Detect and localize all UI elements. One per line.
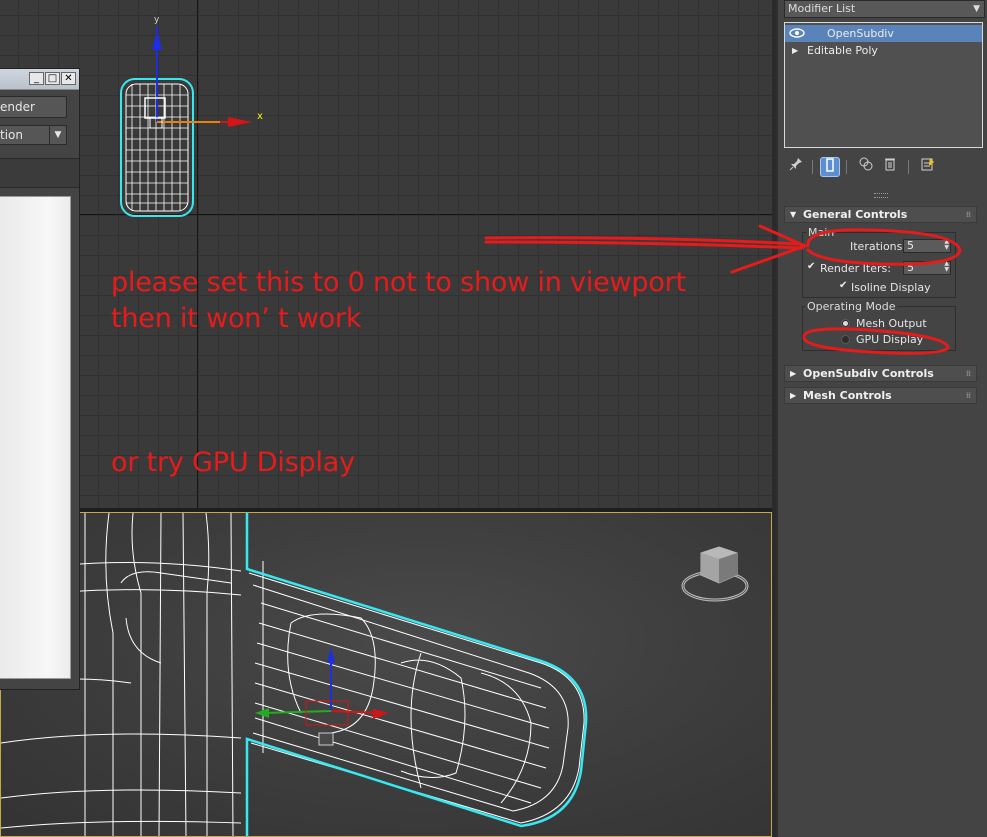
collapse-triangle-icon: ▼ — [790, 210, 797, 219]
render-button-label: ender — [0, 100, 35, 114]
expand-triangle-icon: ▶ — [790, 369, 797, 378]
mode-mesh-output-radio[interactable] — [841, 319, 850, 328]
annotation-text-line3: or try GPU Display — [111, 447, 355, 478]
rollout-grip-icon: ⁞⁞ — [965, 210, 971, 219]
expand-triangle-icon: ▶ — [790, 391, 797, 400]
perspective-viewport-scene — [1, 513, 749, 836]
isoline-display-label: Isoline Display — [851, 281, 931, 294]
render-frame-canvas — [0, 196, 71, 679]
render-window-titlebar[interactable]: _ □ ✕ — [0, 69, 79, 90]
annotation-text-line1: please set this to 0 not to show in view… — [111, 267, 686, 298]
make-unique-icon[interactable] — [856, 157, 876, 177]
minimize-button[interactable]: _ — [29, 72, 44, 85]
rollout-title: Mesh Controls — [803, 389, 892, 402]
render-preset-dropdown[interactable]: tion ▼ — [0, 125, 67, 145]
rollout-title: General Controls — [803, 208, 908, 221]
rollout-title: OpenSubdiv Controls — [803, 367, 934, 380]
top-viewport[interactable]: y x — [0, 0, 772, 508]
group-operating-mode-label: Operating Mode — [805, 300, 898, 313]
iterations-label: Iterations: — [850, 240, 907, 253]
render-button[interactable]: ender — [0, 96, 67, 118]
perspective-viewport[interactable] — [0, 512, 772, 837]
spinner-arrows-icon[interactable]: ▲ ▼ — [944, 239, 949, 251]
eye-icon[interactable] — [789, 27, 805, 39]
trash-icon[interactable] — [880, 157, 900, 177]
rollout-grip-icon: ⁞⁞ — [965, 391, 971, 400]
chevron-down-icon: ▼ — [973, 4, 980, 14]
render-window-toolbar-strip — [0, 158, 79, 188]
modifier-stack[interactable]: OpenSubdiv ▶ Editable Poly — [784, 22, 983, 148]
mode-gpu-display-radio[interactable] — [841, 335, 850, 344]
rollout-mesh-controls[interactable]: ▶ Mesh Controls ⁞⁞ — [784, 387, 977, 404]
axis-label-x: x — [257, 111, 263, 122]
axis-label-y: y — [154, 15, 160, 25]
toolbar-separator — [812, 160, 813, 174]
close-button[interactable]: ✕ — [61, 72, 76, 85]
pin-icon[interactable] — [786, 157, 806, 177]
chevron-down-icon: ▼ — [49, 126, 66, 144]
show-end-result-icon[interactable] — [820, 157, 840, 177]
isoline-display-checkbox[interactable]: ✔ — [839, 280, 847, 291]
expand-triangle-icon[interactable]: ▶ — [792, 42, 798, 59]
screen: y x _ □ ✕ ender tion ▼ Modifier List ▼ O… — [0, 0, 987, 837]
top-viewport-scene: y — [120, 15, 252, 217]
mode-mesh-output-label: Mesh Output — [856, 317, 927, 330]
rollout-grip-icon: ⁞⁞ — [965, 369, 971, 378]
modifier-list-label: Modifier List — [788, 2, 856, 15]
configure-icon[interactable] — [918, 157, 938, 177]
stack-item-label: OpenSubdiv — [827, 27, 894, 40]
rollout-general-controls[interactable]: ▼ General Controls ⁞⁞ — [784, 206, 977, 223]
panel-resize-grip[interactable] — [874, 193, 888, 198]
modifier-list-dropdown[interactable]: Modifier List ▼ — [784, 0, 985, 18]
stack-toolbar — [784, 154, 983, 180]
render-iters-spinner[interactable]: 5 ▲ ▼ — [903, 261, 951, 275]
render-frame-window[interactable]: _ □ ✕ ender tion ▼ — [0, 68, 80, 690]
move-gizmo-top[interactable] — [144, 26, 252, 129]
render-iters-label: Render Iters: — [820, 262, 891, 275]
group-main-label: Main — [806, 226, 837, 239]
render-iters-value: 5 — [907, 261, 914, 274]
mode-gpu-display-label: GPU Display — [856, 333, 924, 346]
render-window-body: ender tion ▼ — [0, 90, 79, 689]
iterations-spinner[interactable]: 5 ▲ ▼ — [903, 239, 951, 253]
spinner-arrows-icon[interactable]: ▲ ▼ — [944, 261, 949, 273]
stack-item-editable-poly[interactable]: ▶ Editable Poly — [785, 42, 982, 59]
maximize-button[interactable]: □ — [45, 72, 60, 85]
stack-item-label: Editable Poly — [807, 44, 878, 57]
iterations-value: 5 — [907, 239, 914, 252]
render-iters-checkbox[interactable]: ✔ — [807, 261, 815, 272]
toolbar-separator — [908, 160, 909, 174]
rollout-opensubdiv-controls[interactable]: ▶ OpenSubdiv Controls ⁞⁞ — [784, 365, 977, 382]
stack-item-opensubdiv[interactable]: OpenSubdiv — [785, 25, 982, 42]
annotation-text-line2: then it won’ t work — [111, 303, 362, 334]
viewcube-icon[interactable] — [681, 546, 749, 602]
command-panel: Modifier List ▼ OpenSubdiv ▶ Editable Po… — [776, 0, 987, 837]
toolbar-separator — [846, 160, 847, 174]
render-preset-value: tion — [0, 128, 23, 142]
